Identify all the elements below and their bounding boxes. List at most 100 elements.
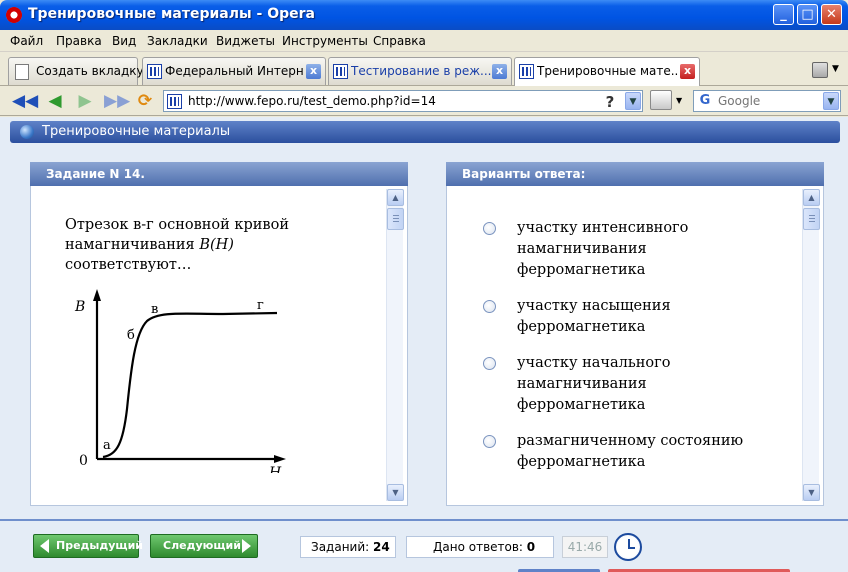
task-panel: Задание N 14. Отрезок в-г основной криво…	[30, 162, 408, 506]
new-tab-label: Создать вкладку	[36, 64, 144, 78]
x-axis-label: H	[268, 465, 282, 473]
site-favicon	[333, 64, 348, 79]
answer-radio[interactable]	[483, 435, 496, 448]
scroll-down-icon[interactable]: ▼	[803, 484, 820, 501]
tab-bar: Создать вкладку Федеральный Интерн... x …	[0, 52, 848, 86]
answer-radio[interactable]	[483, 357, 496, 370]
answer-text: участку насыщения ферромагнетика	[517, 298, 671, 335]
point-g-label: г	[257, 298, 264, 313]
clock-icon	[614, 533, 642, 561]
help-icon[interactable]: ?	[599, 93, 621, 111]
fast-forward-icon[interactable]: ▶▶	[104, 91, 130, 111]
menu-view[interactable]: Вид	[112, 34, 136, 48]
new-page-icon	[15, 64, 29, 80]
question-formula: B(H)	[199, 237, 234, 253]
question-line: соответствуют…	[65, 257, 192, 273]
point-v-label: в	[151, 302, 158, 317]
next-label: Следующий	[163, 539, 241, 552]
menu-help[interactable]: Справка	[373, 34, 426, 48]
chevron-down-icon[interactable]: ▼	[832, 64, 839, 74]
page-content: Тренировочные материалы Задание N 14. От…	[0, 117, 848, 572]
answer-text: размагниченному состоянию ферромагнетика	[517, 433, 744, 470]
answers-panel: Варианты ответа: участку интенсивного на…	[446, 162, 824, 506]
trash-icon[interactable]	[812, 62, 828, 78]
menu-edit[interactable]: Правка	[56, 34, 102, 48]
search-field[interactable]: G ▼	[693, 90, 841, 112]
question-text: Отрезок в-г основной кривой намагничиван…	[65, 215, 325, 275]
tab-testing[interactable]: Тестирование в реж... x	[328, 57, 512, 85]
origin-label: 0	[79, 453, 88, 469]
tab-label: Тренировочные матe...	[537, 64, 679, 78]
rewind-icon[interactable]: ◀◀	[12, 91, 38, 111]
tasks-value: 24	[373, 540, 390, 554]
site-favicon	[519, 64, 534, 79]
reload-icon[interactable]: ⟳	[134, 91, 156, 111]
task-scrollbar[interactable]: ▲ ▼	[386, 189, 404, 501]
menu-bar: Файл Правка Вид Закладки Виджеты Инструм…	[0, 30, 848, 52]
menu-bookmarks[interactable]: Закладки	[147, 34, 208, 48]
page-header: Тренировочные материалы	[10, 121, 840, 143]
close-button[interactable]: ✕	[821, 4, 842, 25]
opera-icon	[6, 7, 22, 23]
browser-window: Тренировочные материалы - Opera _ □ ✕ Фа…	[0, 0, 848, 572]
menu-widgets[interactable]: Виджеты	[216, 34, 275, 48]
tab-close-icon[interactable]: x	[680, 64, 695, 79]
site-favicon	[167, 94, 182, 109]
tab-federal[interactable]: Федеральный Интерн... x	[142, 57, 326, 85]
y-axis-arrow	[93, 289, 101, 301]
tab-close-icon[interactable]: x	[492, 64, 507, 79]
globe-icon	[20, 125, 34, 139]
answered-count: Дано ответов: 0	[406, 536, 554, 558]
answer-text: участку интенсивного намагничивания ферр…	[517, 220, 689, 278]
question-line: Отрезок в-г основной кривой	[65, 217, 289, 233]
url-input[interactable]	[188, 94, 578, 108]
menu-file[interactable]: Файл	[10, 34, 43, 48]
scroll-thumb[interactable]	[803, 208, 820, 230]
arrow-right-icon	[242, 539, 251, 553]
answer-radio[interactable]	[483, 222, 496, 235]
point-a-label: а	[103, 438, 111, 453]
scroll-up-icon[interactable]: ▲	[387, 189, 404, 206]
google-icon: G	[699, 93, 711, 108]
scroll-thumb[interactable]	[387, 208, 404, 230]
maximize-button[interactable]: □	[797, 4, 818, 25]
answers-title: Варианты ответа:	[446, 162, 824, 186]
chevron-down-icon[interactable]: ▼	[823, 92, 839, 110]
forward-icon[interactable]: ▶	[74, 91, 96, 111]
answers-scrollbar[interactable]: ▲ ▼	[802, 189, 820, 501]
wand-icon[interactable]	[650, 90, 672, 110]
answered-value: 0	[526, 540, 536, 554]
tab-label: Тестирование в реж...	[351, 64, 491, 78]
question-line: намагничивания B(H)	[65, 235, 325, 255]
task-title: Задание N 14.	[30, 162, 408, 186]
tasks-count: Заданий: 24	[300, 536, 396, 558]
x-axis-arrow	[274, 455, 286, 463]
menu-tools[interactable]: Инструменты	[282, 34, 368, 48]
tab-close-icon[interactable]: x	[306, 64, 321, 79]
scroll-up-icon[interactable]: ▲	[803, 189, 820, 206]
address-field[interactable]: ? ▼	[163, 90, 643, 112]
chevron-down-icon[interactable]: ▼	[625, 92, 641, 110]
tab-training[interactable]: Тренировочные матe... x	[514, 57, 700, 86]
point-b-label: б	[127, 328, 135, 343]
test-footer: Предыдущий Следующий Заданий: 24 Дано от…	[0, 519, 848, 572]
tasks-label: Заданий:	[311, 540, 370, 554]
prev-button[interactable]: Предыдущий	[33, 534, 143, 558]
timer: 41:46	[562, 536, 608, 558]
search-input[interactable]	[718, 94, 818, 108]
tab-label: Федеральный Интерн...	[165, 64, 305, 78]
new-tab-button[interactable]: Создать вкладку	[8, 57, 144, 85]
answered-label: Дано ответов:	[433, 540, 523, 554]
minimize-button[interactable]: _	[773, 4, 794, 25]
arrow-left-icon	[40, 539, 49, 553]
page-title: Тренировочные материалы	[42, 124, 231, 139]
question-fragment: намагничивания	[65, 237, 200, 253]
answer-text: участку начального намагничивания ферром…	[517, 355, 671, 413]
title-bar[interactable]: Тренировочные материалы - Opera _ □ ✕	[0, 0, 848, 30]
site-favicon	[147, 64, 162, 79]
back-icon[interactable]: ◀	[44, 91, 66, 111]
scroll-down-icon[interactable]: ▼	[387, 484, 404, 501]
answer-radio[interactable]	[483, 300, 496, 313]
chevron-down-icon[interactable]: ▼	[676, 96, 682, 105]
next-button[interactable]: Следующий	[150, 534, 258, 558]
